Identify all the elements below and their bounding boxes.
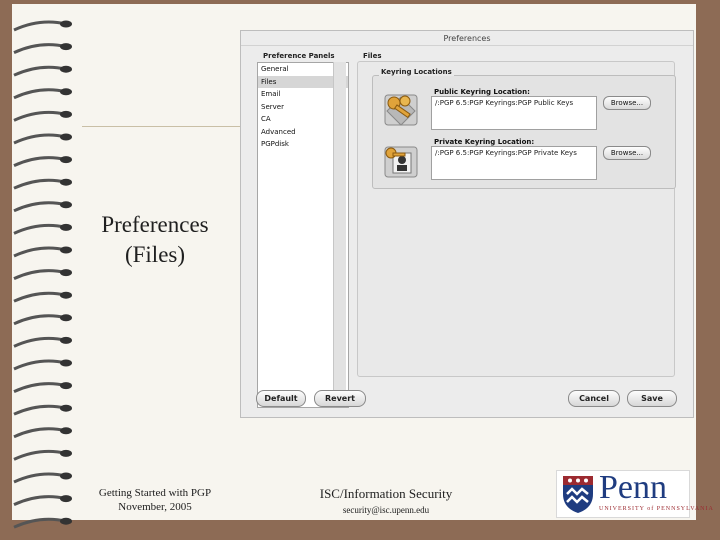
spiral-hole xyxy=(60,336,72,344)
penn-wordmark: Penn xyxy=(599,469,667,506)
spiral-hole xyxy=(60,269,72,277)
cancel-button[interactable]: Cancel xyxy=(568,390,620,407)
public-keyring-field[interactable]: /:PGP 6.5:PGP Keyrings:PGP Public Keys xyxy=(431,96,597,130)
slide-title-line1: Preferences xyxy=(101,212,209,237)
preference-panels-header: Preference Panels xyxy=(263,52,335,60)
spiral-hole xyxy=(60,495,72,503)
spiral-hole xyxy=(60,110,72,118)
footer-left: Getting Started with PGP November, 2005 xyxy=(80,486,230,514)
spiral-coil xyxy=(13,110,67,122)
spiral-hole xyxy=(60,359,72,367)
spiral-coil xyxy=(13,472,67,484)
private-browse-button[interactable]: Browse... xyxy=(603,146,651,160)
panels-scrollbar[interactable] xyxy=(333,62,346,406)
spiral-coil xyxy=(13,404,67,416)
spiral-coil xyxy=(13,156,67,167)
spiral-coil xyxy=(13,291,67,303)
footer-email: security@isc.upenn.edu xyxy=(342,505,430,515)
spiral-coil xyxy=(13,314,67,326)
spiral-binding-icon xyxy=(13,20,72,529)
spiral-hole xyxy=(60,382,72,390)
penn-subtitle: UNIVERSITY of PENNSYLVANIA xyxy=(599,506,714,512)
spiral-coil xyxy=(13,20,67,32)
spiral-hole xyxy=(60,133,72,141)
spiral-hole xyxy=(60,178,72,186)
spiral-hole xyxy=(60,20,72,28)
public-key-icon xyxy=(384,94,418,126)
spiral-hole xyxy=(60,472,72,480)
spiral-coil xyxy=(13,43,67,54)
private-keyring-field[interactable]: /:PGP 6.5:PGP Keyrings:PGP Private Keys xyxy=(431,146,597,180)
spiral-hole xyxy=(60,517,72,525)
spiral-hole xyxy=(60,404,72,412)
public-browse-button[interactable]: Browse... xyxy=(603,96,651,110)
spiral-hole xyxy=(60,291,72,299)
slide-title-line2: (Files) xyxy=(124,242,186,267)
spiral-coil xyxy=(13,223,67,235)
titlebar-divider xyxy=(241,45,693,46)
spiral-coil xyxy=(13,449,67,461)
slide-title: Preferences (Files) xyxy=(80,210,230,270)
spiral-hole xyxy=(60,65,72,73)
files-section-header: Files xyxy=(363,52,382,60)
footer-center: ISC/Information Security security@isc.up… xyxy=(300,486,472,517)
keyring-locations-title: Keyring Locations xyxy=(379,68,454,76)
spiral-hole xyxy=(60,43,72,51)
spiral-hole xyxy=(60,88,72,96)
spiral-hole xyxy=(60,314,72,322)
spiral-coil xyxy=(13,427,67,439)
default-button[interactable]: Default xyxy=(256,390,306,407)
spiral-coil xyxy=(13,178,67,190)
private-key-icon xyxy=(384,146,418,178)
spiral-hole xyxy=(60,201,72,209)
dialog-title: Preferences xyxy=(443,34,491,43)
spiral-hole xyxy=(60,427,72,435)
spiral-coil xyxy=(13,382,67,393)
save-button[interactable]: Save xyxy=(627,390,677,407)
preferences-dialog: Preferences Preference Panels Files Gene… xyxy=(240,30,694,418)
spiral-hole xyxy=(60,246,72,254)
spiral-coil xyxy=(13,133,67,145)
footer-course: Getting Started with PGP xyxy=(98,487,212,499)
spiral-coil xyxy=(13,65,67,77)
penn-shield-icon xyxy=(563,476,593,513)
spiral-coil xyxy=(13,336,67,348)
divider-rule xyxy=(82,126,242,127)
spiral-coil xyxy=(13,495,67,506)
penn-logo: Penn UNIVERSITY of PENNSYLVANIA xyxy=(556,469,713,518)
footer-date: November, 2005 xyxy=(118,501,192,513)
spiral-hole xyxy=(60,156,72,164)
spiral-hole xyxy=(60,449,72,457)
private-keyring-label: Private Keyring Location: xyxy=(434,138,535,146)
spiral-coil xyxy=(13,269,67,280)
revert-button[interactable]: Revert xyxy=(314,390,366,407)
spiral-coil xyxy=(13,359,67,371)
spiral-coil xyxy=(13,517,67,529)
spiral-coil xyxy=(13,201,67,213)
spiral-coil xyxy=(13,246,67,258)
public-keyring-label: Public Keyring Location: xyxy=(434,88,530,96)
spiral-coil xyxy=(13,88,67,100)
footer-org: ISC/Information Security xyxy=(319,486,453,501)
spiral-hole xyxy=(60,223,72,231)
